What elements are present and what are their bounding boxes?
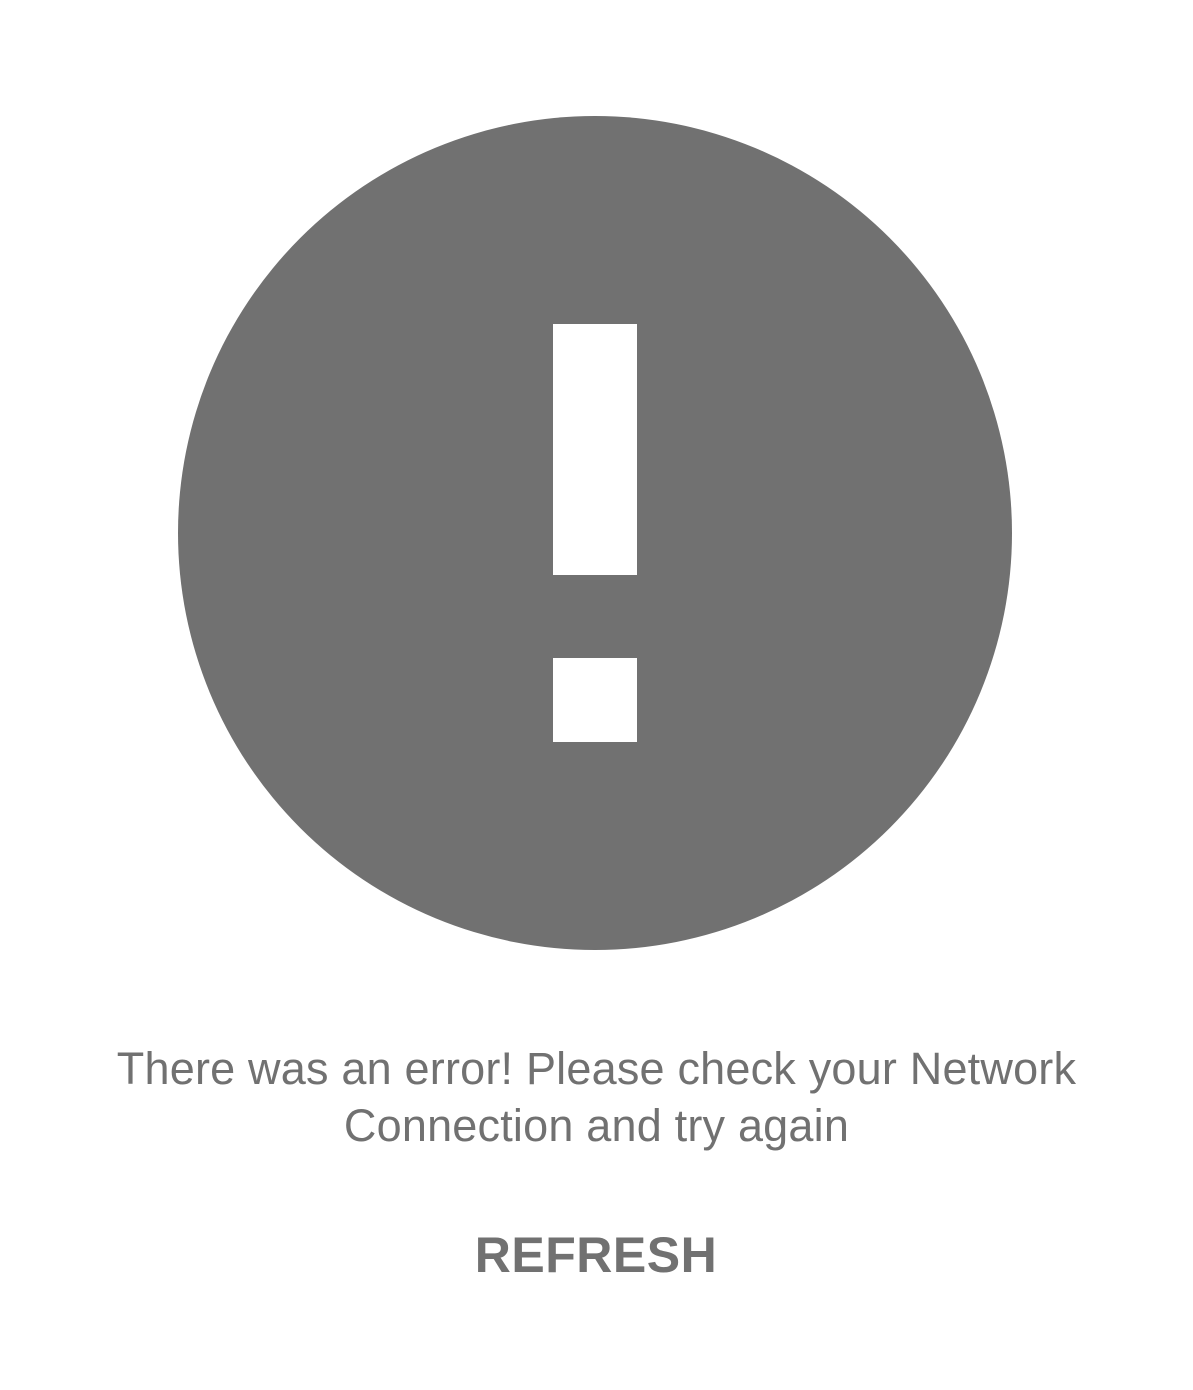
refresh-button[interactable]: REFRESH [446,1215,746,1295]
error-screen: There was an error! Please check your Ne… [0,0,1193,1390]
exclamation-circle-icon [178,116,1012,950]
error-message: There was an error! Please check your Ne… [116,1043,1077,1151]
